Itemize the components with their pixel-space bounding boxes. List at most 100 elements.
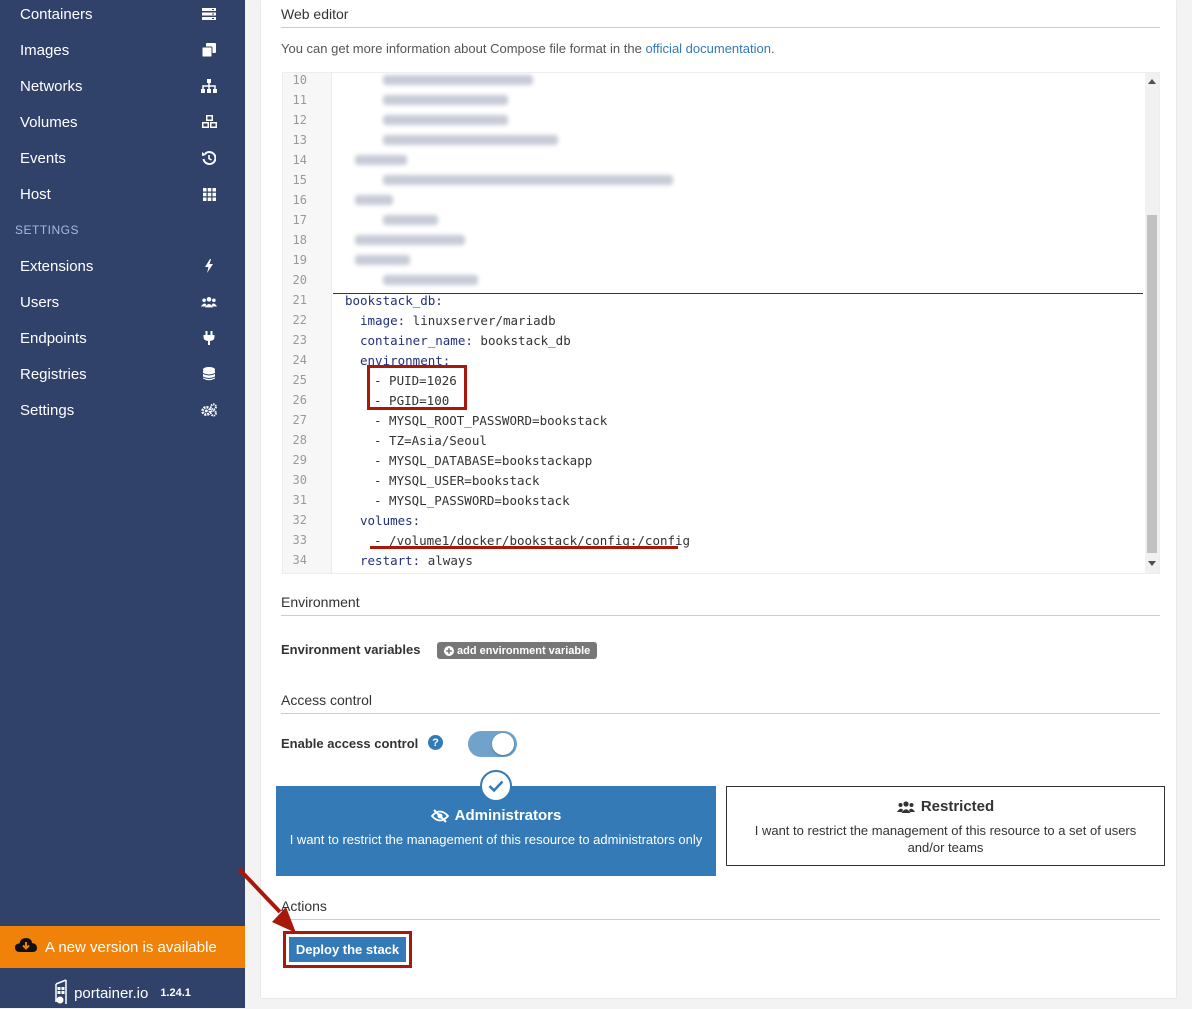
line-number: 32 — [292, 513, 307, 527]
redacted-code — [383, 95, 508, 105]
sidebar-item-label: Settings — [20, 401, 75, 419]
sidebar-item-label: Endpoints — [20, 329, 87, 347]
line-number: 23 — [292, 333, 307, 347]
code-line-30: - MYSQL_USER=bookstack — [374, 473, 540, 488]
update-banner-label: A new version is available — [45, 938, 217, 956]
plus-circle-icon — [444, 645, 454, 656]
code-line-28: - TZ=Asia/Seoul — [374, 433, 487, 448]
line-number: 18 — [292, 233, 307, 247]
code-value: always — [420, 553, 473, 568]
line-number: 14 — [292, 153, 307, 167]
redacted-code — [355, 255, 410, 265]
sidebar-item-label: Registries — [20, 365, 87, 383]
redacted-code — [355, 195, 393, 205]
redacted-code — [383, 75, 533, 85]
cursor-line — [333, 293, 1143, 294]
sidebar-footer: portainer.io 1.24.1 — [0, 978, 245, 1008]
enable-access-control-label: Enable access control — [281, 736, 419, 751]
sidebar-item-volumes[interactable]: Volumes — [0, 104, 245, 140]
sidebar-item-containers[interactable]: Containers — [0, 0, 245, 32]
restricted-title: Restricted — [727, 798, 1164, 815]
redacted-code — [383, 175, 673, 185]
compose-help-text: You can get more information about Compo… — [281, 41, 775, 56]
users-icon — [896, 800, 915, 813]
bolt-icon — [201, 258, 217, 274]
help-suffix: . — [770, 41, 775, 56]
toggle-knob[interactable] — [492, 733, 514, 755]
sidebar-item-label: Networks — [20, 77, 83, 95]
sidebar-item-label: Containers — [20, 5, 93, 23]
sidebar-item-images[interactable]: Images — [0, 32, 245, 68]
scroll-down-icon[interactable] — [1148, 561, 1156, 566]
environment-variables-label: Environment variables — [281, 642, 421, 657]
code-line-22: image: linuxserver/mariadb — [360, 313, 556, 328]
redacted-code — [383, 115, 508, 125]
sidebar: Containers Images Networks Volumes Event… — [0, 0, 245, 1008]
annotation-underline — [370, 546, 678, 549]
code-line-29: - MYSQL_DATABASE=bookstackapp — [374, 453, 593, 468]
line-number: 24 — [292, 353, 307, 367]
line-number: 11 — [292, 93, 307, 107]
cloud-download-icon — [15, 937, 37, 957]
administrators-description: I want to restrict the management of thi… — [289, 832, 703, 847]
sidebar-item-extensions[interactable]: Extensions — [0, 248, 245, 284]
line-number: 16 — [292, 193, 307, 207]
administrators-title: Administrators — [276, 807, 716, 824]
sidebar-item-settings[interactable]: Settings — [0, 392, 245, 428]
sidebar-item-users[interactable]: Users — [0, 284, 245, 320]
selected-check-icon — [480, 770, 512, 802]
annotation-arrow-icon — [237, 867, 296, 933]
add-environment-variable-button[interactable]: add environment variable — [437, 642, 598, 659]
web-editor-title: Web editor — [281, 6, 1160, 28]
code-value: bookstack_db — [472, 333, 571, 348]
editor-gutter: 10 11 12 13 14 15 16 17 18 19 20 21 22 2… — [283, 73, 332, 573]
sidebar-item-label: Events — [20, 149, 66, 167]
settings-section-title: SETTINGS — [15, 223, 80, 237]
code-editor[interactable]: 10 11 12 13 14 15 16 17 18 19 20 21 22 2… — [282, 72, 1160, 574]
code-line-34: restart: always — [360, 553, 473, 568]
portainer-logo-icon — [54, 978, 70, 1009]
database-icon — [201, 366, 217, 382]
sidebar-item-events[interactable]: Events — [0, 140, 245, 176]
code-line-31: - MYSQL_PASSWORD=bookstack — [374, 493, 570, 508]
footer-version: 1.24.1 — [160, 987, 191, 999]
code-line-23: container_name: bookstack_db — [360, 333, 571, 348]
scroll-up-icon[interactable] — [1148, 79, 1156, 84]
sidebar-item-label: Users — [20, 293, 60, 311]
code-key: image: — [360, 313, 406, 328]
editor-scrollbar[interactable] — [1145, 73, 1159, 573]
line-number: 10 — [292, 73, 307, 87]
cogs-icon — [201, 402, 217, 418]
redacted-code — [355, 235, 465, 245]
line-number: 25 — [292, 373, 307, 387]
containers-icon — [201, 6, 217, 22]
images-icon — [201, 42, 217, 58]
line-number: 28 — [292, 433, 307, 447]
line-number: 17 — [292, 213, 307, 227]
line-number: 20 — [292, 273, 307, 287]
sidebar-item-endpoints[interactable]: Endpoints — [0, 320, 245, 356]
scroll-thumb[interactable] — [1147, 215, 1157, 553]
redacted-code — [383, 275, 478, 285]
access-control-title: Access control — [281, 692, 1160, 714]
official-documentation-link[interactable]: official documentation — [645, 41, 771, 56]
sidebar-item-registries[interactable]: Registries — [0, 356, 245, 392]
annotation-highlight-box — [367, 365, 467, 410]
restricted-option[interactable]: Restricted I want to restrict the manage… — [726, 786, 1165, 866]
sidebar-item-label: Images — [20, 41, 70, 59]
users-icon — [201, 294, 217, 310]
actions-title: Actions — [281, 898, 1160, 920]
eye-slash-icon — [430, 808, 449, 823]
redacted-code — [383, 135, 558, 145]
line-number: 22 — [292, 313, 307, 327]
sidebar-item-networks[interactable]: Networks — [0, 68, 245, 104]
line-number: 31 — [292, 493, 307, 507]
line-number: 30 — [292, 473, 307, 487]
sidebar-item-host[interactable]: Host — [0, 176, 245, 212]
update-banner[interactable]: A new version is available — [0, 926, 245, 968]
sidebar-item-label: Host — [20, 185, 51, 203]
code-key: container_name: — [360, 333, 473, 348]
code-line-27: - MYSQL_ROOT_PASSWORD=bookstack — [374, 413, 608, 428]
line-number: 12 — [292, 113, 307, 127]
question-circle-icon[interactable]: ? — [428, 735, 443, 750]
